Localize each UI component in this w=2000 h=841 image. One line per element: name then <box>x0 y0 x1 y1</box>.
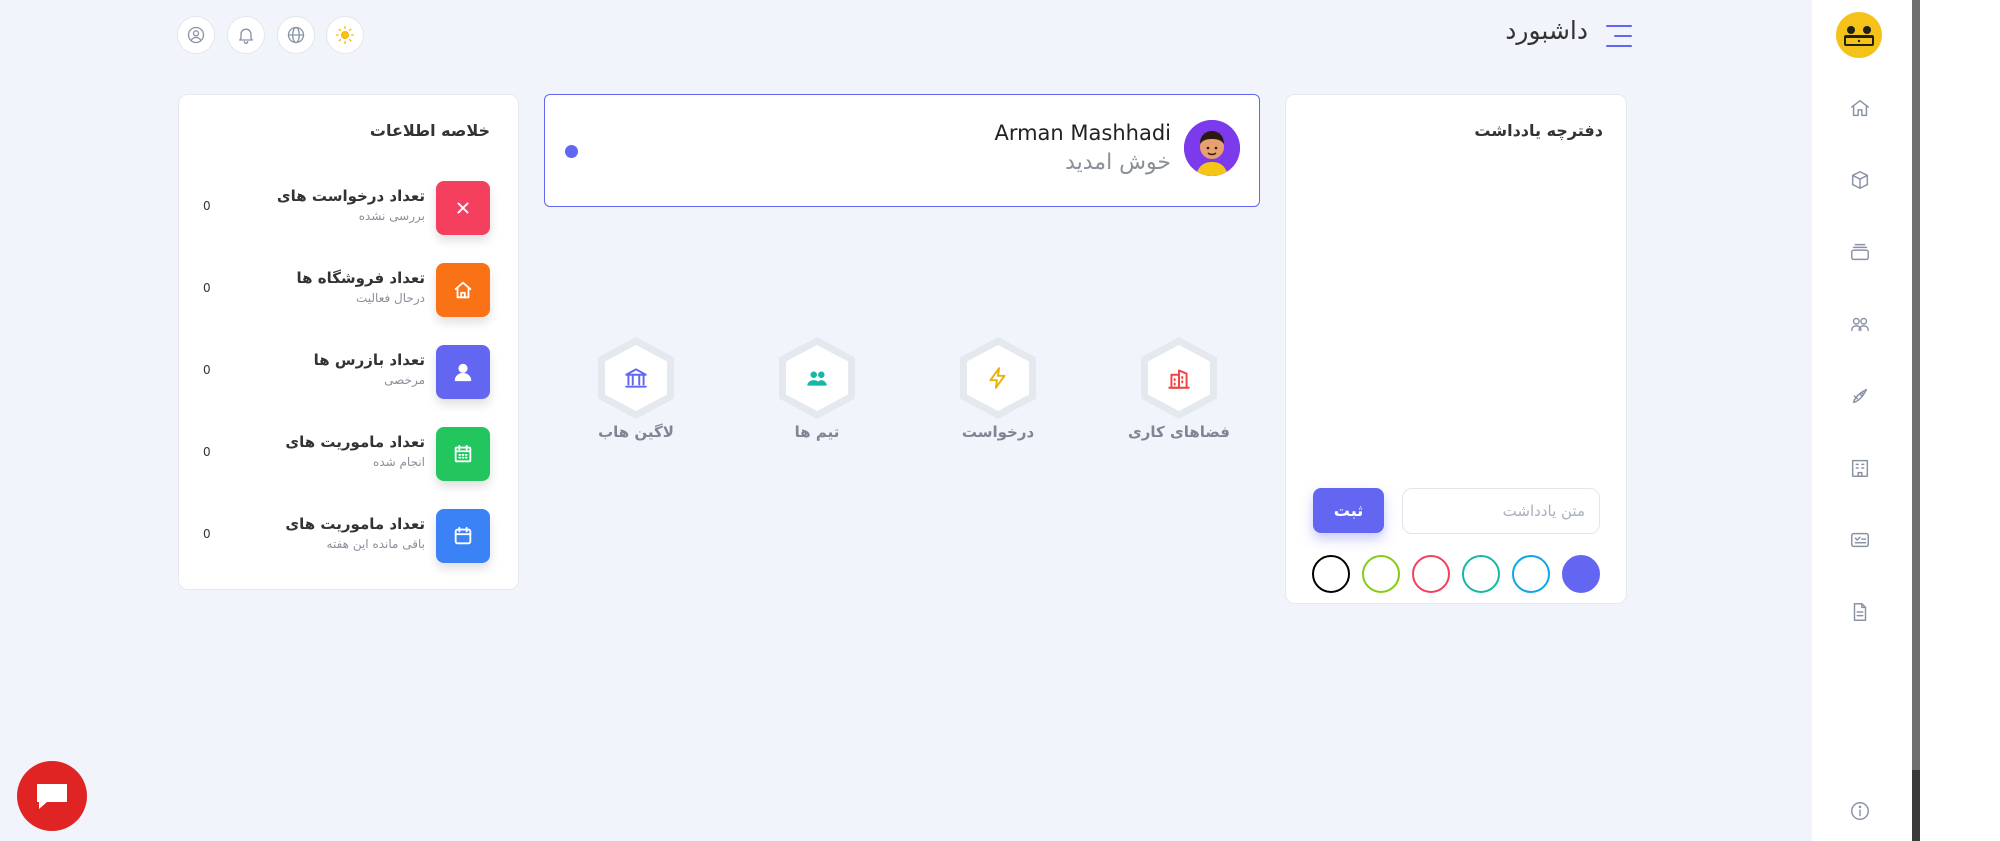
users-icon[interactable] <box>1848 312 1872 336</box>
building-icon <box>1168 369 1190 389</box>
note-color-black[interactable] <box>1312 555 1350 593</box>
stat-subtitle: درحال فعالیت <box>356 291 425 305</box>
shortcut-request[interactable]: درخواست <box>944 337 1054 447</box>
stat-title: تعداد درخواست های <box>276 187 425 205</box>
welcome-card: Arman Mashhadi خوش امدید <box>544 94 1260 207</box>
shortcut-label: تیم ها <box>794 423 840 441</box>
profile-button[interactable] <box>177 16 215 54</box>
info-icon[interactable] <box>1848 799 1872 823</box>
stat-value: 0 <box>203 199 211 213</box>
person-icon <box>436 345 490 399</box>
notebook-card: دفترچه یادداشت ثبت <box>1285 94 1627 604</box>
box-icon[interactable] <box>1848 168 1872 192</box>
team-logo[interactable] <box>1836 12 1882 58</box>
page-title: داشبورد <box>1505 16 1588 45</box>
store-icon <box>436 263 490 317</box>
chat-button[interactable] <box>17 761 87 831</box>
document-icon[interactable] <box>1848 600 1872 624</box>
stat-subtitle: باقی مانده این هفته <box>326 537 425 551</box>
shortcut-label: فضاهای کاری <box>1128 423 1230 441</box>
stat-title: تعداد ماموریت های <box>285 433 425 451</box>
shortcut-label: لاگین هاب <box>598 423 674 441</box>
stat-subtitle: مرخصی <box>384 373 425 387</box>
stat-row[interactable]: تعداد بازرس ها مرخصی 0 <box>179 345 520 405</box>
notebook-title: دفترچه یادداشت <box>1474 121 1603 140</box>
summary-title: خلاصه اطلاعات <box>369 121 490 140</box>
sidebar <box>1812 0 1912 841</box>
calendar-grid-icon <box>436 427 490 481</box>
shortcut-workspaces[interactable]: فضاهای کاری <box>1125 337 1235 447</box>
stat-title: تعداد بازرس ها <box>313 351 425 369</box>
shortcut-login-hub[interactable]: لاگین هاب <box>582 337 692 447</box>
building-icon[interactable] <box>1848 456 1872 480</box>
user-circle-icon <box>187 26 205 44</box>
stat-row[interactable]: تعداد ماموریت های باقی مانده این هفته 0 <box>179 509 520 569</box>
outside-area <box>1920 0 2000 841</box>
stat-value: 0 <box>203 363 211 377</box>
menu-icon[interactable] <box>1606 24 1632 48</box>
rocket-icon[interactable] <box>1848 384 1872 408</box>
stat-row[interactable]: تعداد درخواست های بررسی نشده 0 <box>179 181 520 241</box>
stat-subtitle: بررسی نشده <box>358 209 425 223</box>
user-name: Arman Mashhadi <box>994 121 1171 145</box>
note-color-indigo[interactable] <box>1562 555 1600 593</box>
task-icon[interactable] <box>1848 528 1872 552</box>
theme-toggle-button[interactable] <box>326 16 364 54</box>
avatar[interactable] <box>1184 120 1240 176</box>
note-color-rose[interactable] <box>1412 555 1450 593</box>
window-scrollbar[interactable] <box>1912 0 1920 841</box>
note-input[interactable] <box>1402 488 1600 534</box>
stat-title: تعداد فروشگاه ها <box>296 269 425 287</box>
bolt-icon <box>989 367 1006 389</box>
online-status-dot <box>565 145 578 158</box>
stat-value: 0 <box>203 445 211 459</box>
notifications-button[interactable] <box>227 16 265 54</box>
stat-row[interactable]: تعداد فروشگاه ها درحال فعالیت 0 <box>179 263 520 323</box>
team-icon <box>807 371 827 386</box>
note-color-teal[interactable] <box>1462 555 1500 593</box>
stat-row[interactable]: تعداد ماموریت های انجام شده 0 <box>179 427 520 487</box>
shortcut-label: درخواست <box>961 423 1035 441</box>
sun-icon <box>336 26 354 44</box>
calendar-icon <box>436 509 490 563</box>
stat-subtitle: انجام شده <box>373 455 425 469</box>
home-icon[interactable] <box>1848 96 1872 120</box>
close-icon <box>436 181 490 235</box>
shortcut-teams[interactable]: تیم ها <box>763 337 873 447</box>
stat-value: 0 <box>203 527 211 541</box>
note-color-sky[interactable] <box>1512 555 1550 593</box>
stat-title: تعداد ماموریت های <box>285 515 425 533</box>
summary-card: خلاصه اطلاعات تعداد درخواست های بررسی نش… <box>178 94 519 590</box>
stat-value: 0 <box>203 281 211 295</box>
language-button[interactable] <box>277 16 315 54</box>
chat-icon <box>37 784 67 809</box>
bell-icon <box>239 28 253 44</box>
note-color-lime[interactable] <box>1362 555 1400 593</box>
stack-icon[interactable] <box>1848 240 1872 264</box>
note-submit-button[interactable]: ثبت <box>1313 488 1384 533</box>
globe-icon <box>287 26 305 44</box>
bank-icon <box>625 368 647 388</box>
welcome-greeting: خوش امدید <box>1065 150 1171 175</box>
